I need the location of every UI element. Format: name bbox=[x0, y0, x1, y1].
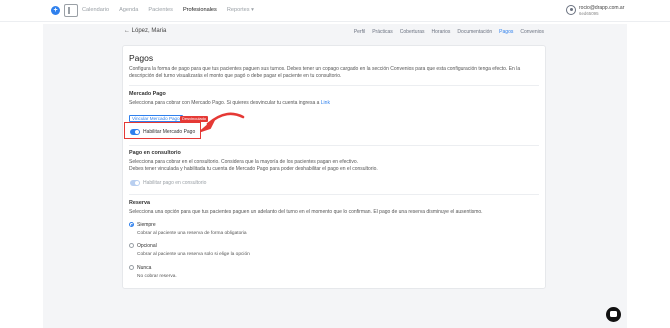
reserva-radio-nunca[interactable] bbox=[129, 265, 134, 270]
divider bbox=[129, 194, 539, 195]
page-title: Pagos bbox=[129, 53, 154, 63]
tab-coberturas[interactable]: Coberturas bbox=[400, 29, 425, 35]
main-nav: Calendario Agenda Pacientes Profesionale… bbox=[82, 7, 254, 13]
professional-header: ← López, Maria Perfil Prácticas Cobertur… bbox=[124, 28, 544, 38]
reserva-option-label: Nunca bbox=[137, 265, 152, 271]
status-badge: Desvinculado bbox=[180, 115, 209, 122]
unlink-account-link[interactable]: Link bbox=[321, 100, 330, 106]
reserva-option-desc: Cobrar al paciente una reserva de forma … bbox=[137, 231, 247, 236]
consultorio-text-1: Selecciona para cobrar en el consultorio… bbox=[129, 159, 359, 165]
payments-card: Pagos Configura la forma de pago para qu… bbox=[122, 45, 546, 289]
nav-item-reportes[interactable]: Reportes ▾ bbox=[227, 7, 254, 13]
tab-pagos[interactable]: Pagos bbox=[499, 29, 513, 35]
mercado-pago-instructions: Selecciona para cobrar con Mercado Pago.… bbox=[129, 100, 320, 106]
tab-horarios[interactable]: Horarios bbox=[432, 29, 451, 35]
user-avatar-icon[interactable] bbox=[566, 5, 576, 15]
consultorio-title: Pago en consultorio bbox=[129, 150, 181, 156]
tab-perfil[interactable]: Perfil bbox=[354, 29, 365, 35]
reserva-option-label: Siempre bbox=[137, 222, 156, 228]
reserva-text: Selecciona una opción para que tus pacie… bbox=[129, 209, 483, 215]
reserva-option-desc: No cobrar reserva. bbox=[137, 274, 177, 279]
user-id: 6ed65095 bbox=[579, 11, 599, 16]
reserva-title: Reserva bbox=[129, 200, 150, 206]
payments-description: Configura la forma de pago para que tus … bbox=[129, 66, 521, 79]
divider bbox=[129, 145, 539, 146]
chat-icon[interactable] bbox=[606, 307, 621, 322]
mercado-pago-title: Mercado Pago bbox=[129, 91, 166, 97]
divider bbox=[129, 85, 539, 86]
top-bar: + Calendario Agenda Pacientes Profesiona… bbox=[0, 0, 670, 22]
consultorio-text-2: Debes tener vinculada y habilitada tu cu… bbox=[129, 166, 378, 172]
toggle-knob bbox=[135, 180, 140, 185]
tab-convenios[interactable]: Convenios bbox=[520, 29, 544, 35]
tab-documentacion[interactable]: Documentación bbox=[457, 29, 492, 35]
vincular-mercado-pago-button[interactable]: Vincular Mercado Pago bbox=[129, 115, 183, 122]
nav-item-agenda[interactable]: Agenda bbox=[119, 7, 138, 13]
consultorio-toggle-label: Habilitar pago en consultorio bbox=[143, 180, 207, 186]
professional-tabs: Perfil Prácticas Coberturas Horarios Doc… bbox=[347, 29, 544, 35]
highlight-annotation-box bbox=[124, 122, 201, 139]
back-link[interactable]: ← López, Maria bbox=[124, 28, 166, 34]
reserva-option-desc: Cobrar al paciente una reserva solo si e… bbox=[137, 252, 250, 257]
sidebar-toggle-icon[interactable] bbox=[64, 4, 78, 17]
app-logo[interactable]: + bbox=[51, 6, 60, 15]
nav-item-calendario[interactable]: Calendario bbox=[82, 7, 109, 13]
reserva-radio-opcional[interactable] bbox=[129, 243, 134, 248]
reserva-option-label: Opcional bbox=[137, 243, 157, 249]
tab-practicas[interactable]: Prácticas bbox=[372, 29, 393, 35]
reserva-radio-siempre[interactable] bbox=[129, 222, 134, 227]
mercado-pago-text: Selecciona para cobrar con Mercado Pago.… bbox=[129, 100, 539, 107]
nav-item-profesionales[interactable]: Profesionales bbox=[183, 7, 217, 13]
nav-item-pacientes[interactable]: Pacientes bbox=[148, 7, 173, 13]
consultorio-toggle[interactable] bbox=[130, 180, 140, 186]
